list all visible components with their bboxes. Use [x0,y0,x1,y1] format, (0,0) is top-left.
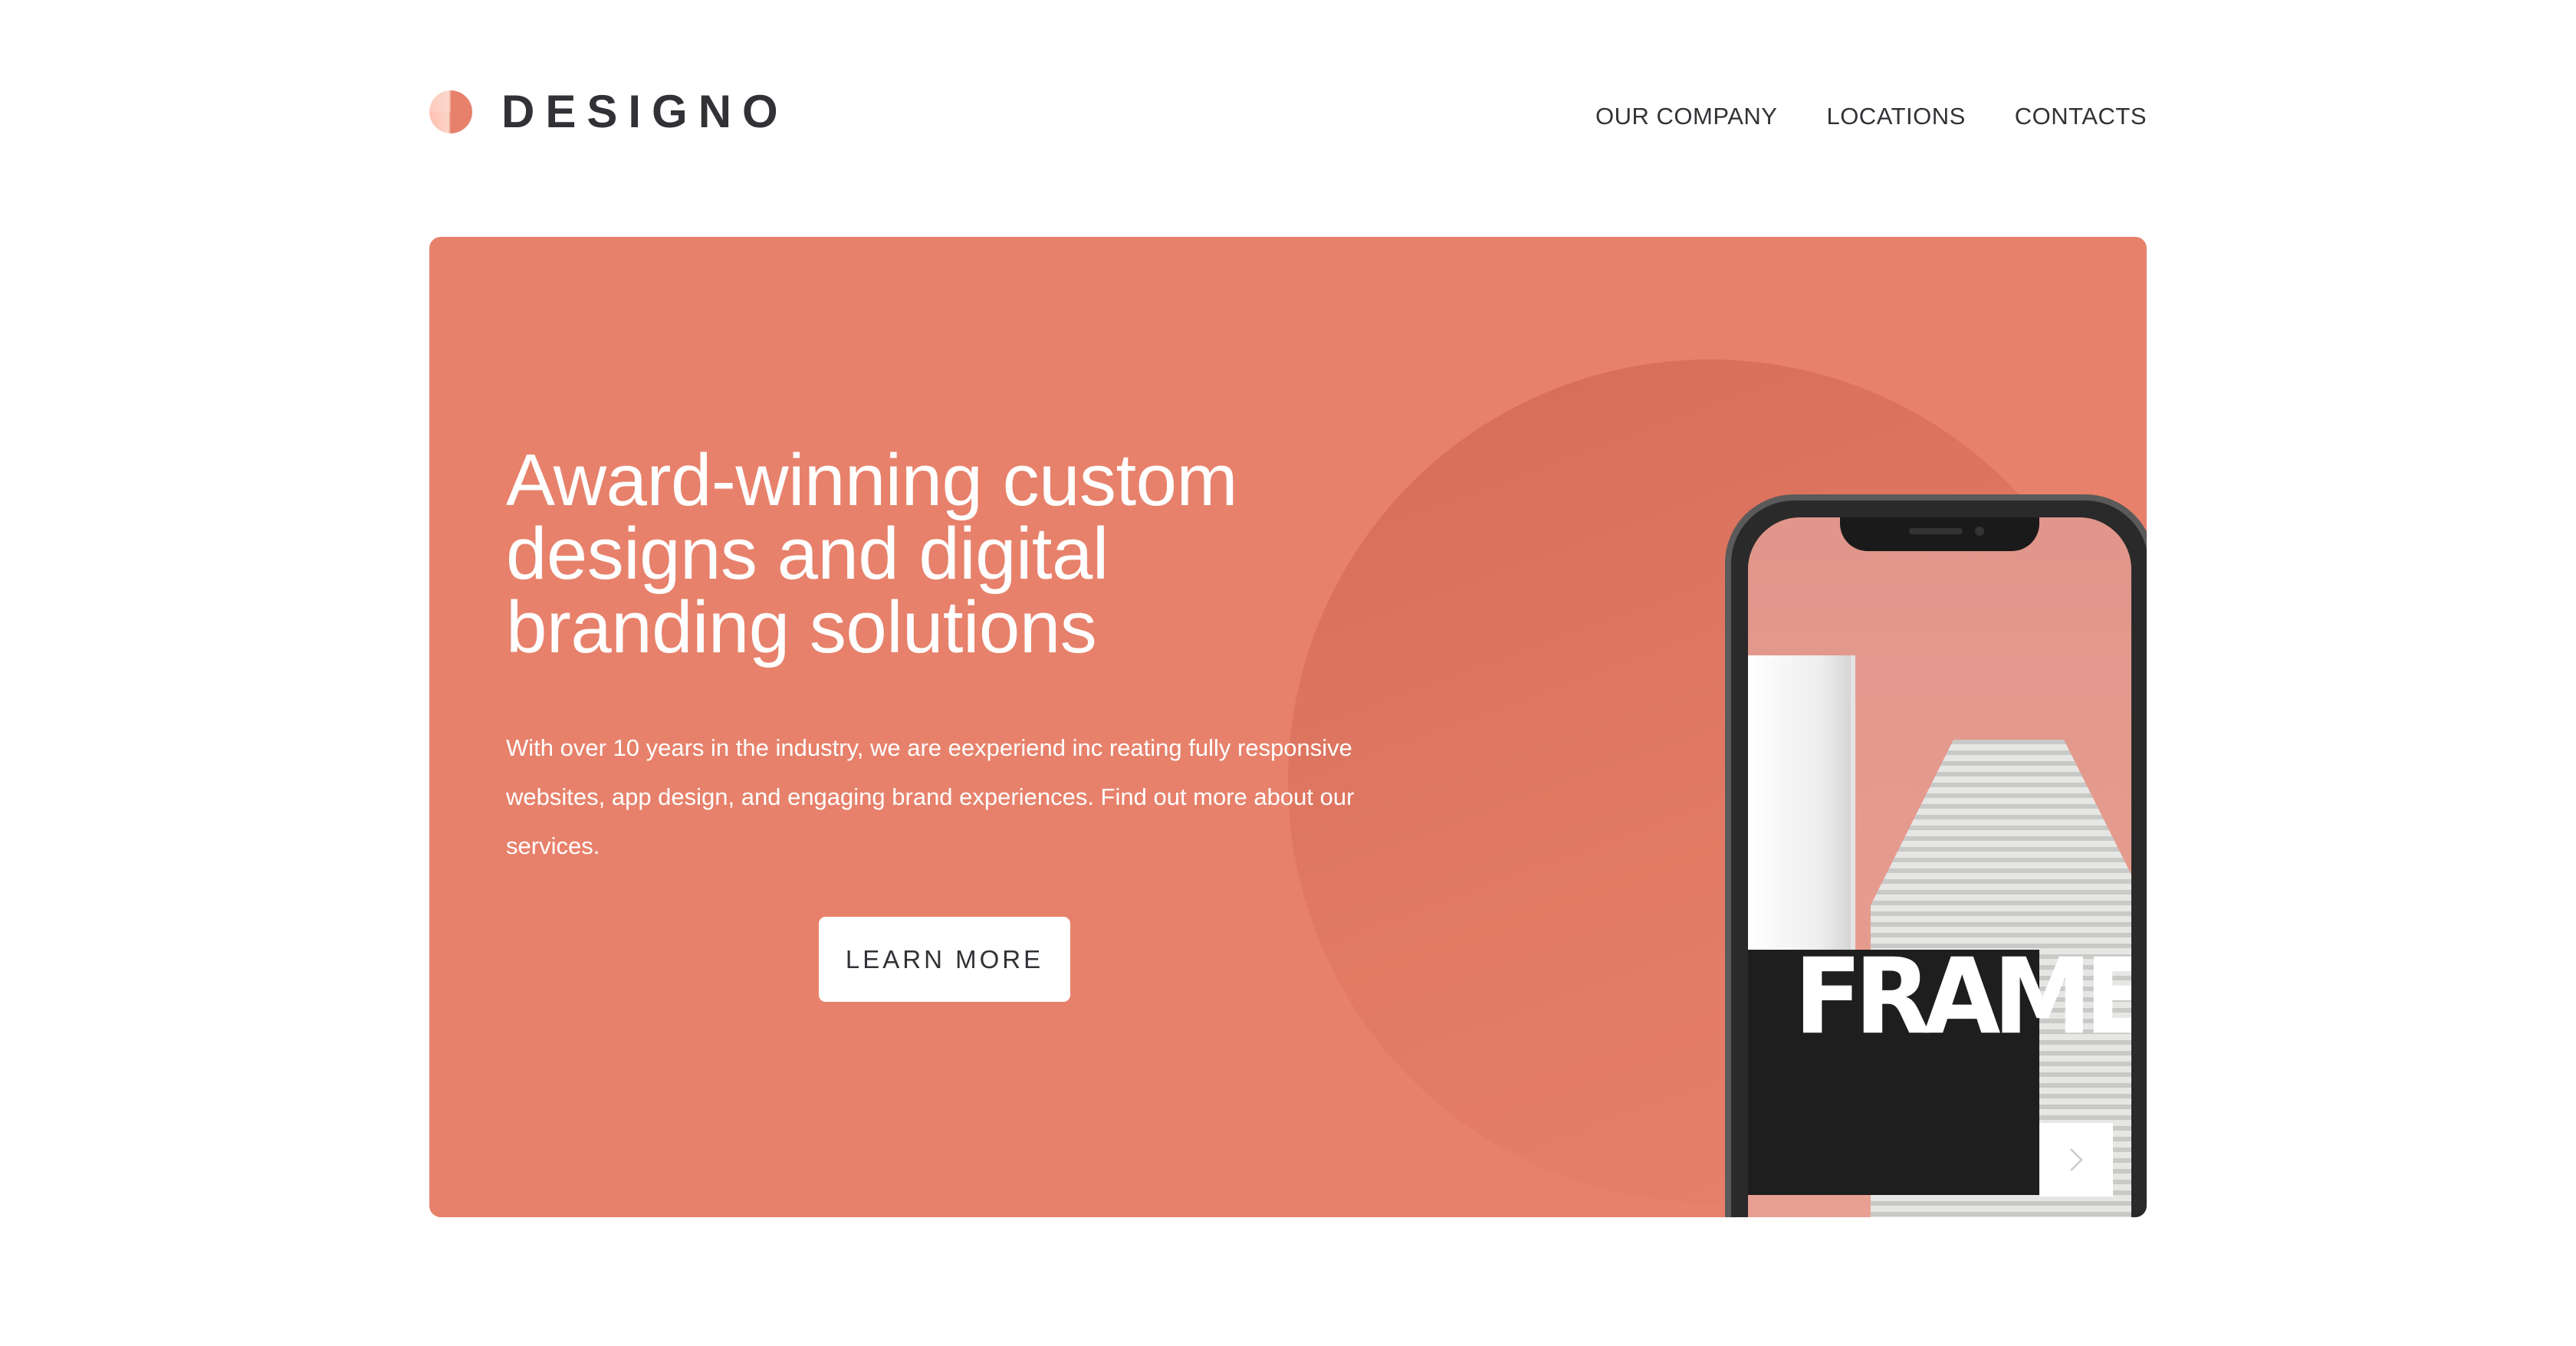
hero-title: Award-winning custom designs and digital… [506,444,1273,665]
phone-mockup: FRAME [1725,494,2147,1217]
hero-title-line-3: branding solutions [506,586,1097,668]
nav-locations[interactable]: LOCATIONS [1826,103,1965,130]
chevron-right-icon [2070,1148,2083,1171]
phone-notch [1840,517,2039,551]
site-header: DESIGNO OUR COMPANY LOCATIONS CONTACTS [429,77,2147,146]
main-nav: OUR COMPANY LOCATIONS CONTACTS [1595,103,2147,130]
front-camera [1975,527,1984,536]
logo[interactable]: DESIGNO [429,89,789,135]
learn-more-button[interactable]: LEARN MORE [819,917,1070,1002]
phone-headline: FRAME [1794,935,2131,1058]
next-slide-button[interactable] [2039,1123,2113,1197]
speaker-grille [1909,528,1963,534]
hero-description: With over 10 years in the industry, we a… [506,734,1355,859]
hero-title-line-1: Award-winning custom [506,439,1237,521]
logo-text: DESIGNO [501,86,789,137]
phone-screen: FRAME [1748,517,2131,1217]
half-circle-logo-icon [429,90,472,133]
hero-title-line-2: designs and digital [506,513,1109,595]
hero-section: Award-winning custom designs and digital… [429,237,2147,1217]
nav-contacts[interactable]: CONTACTS [2015,103,2147,130]
nav-our-company[interactable]: OUR COMPANY [1595,103,1777,130]
